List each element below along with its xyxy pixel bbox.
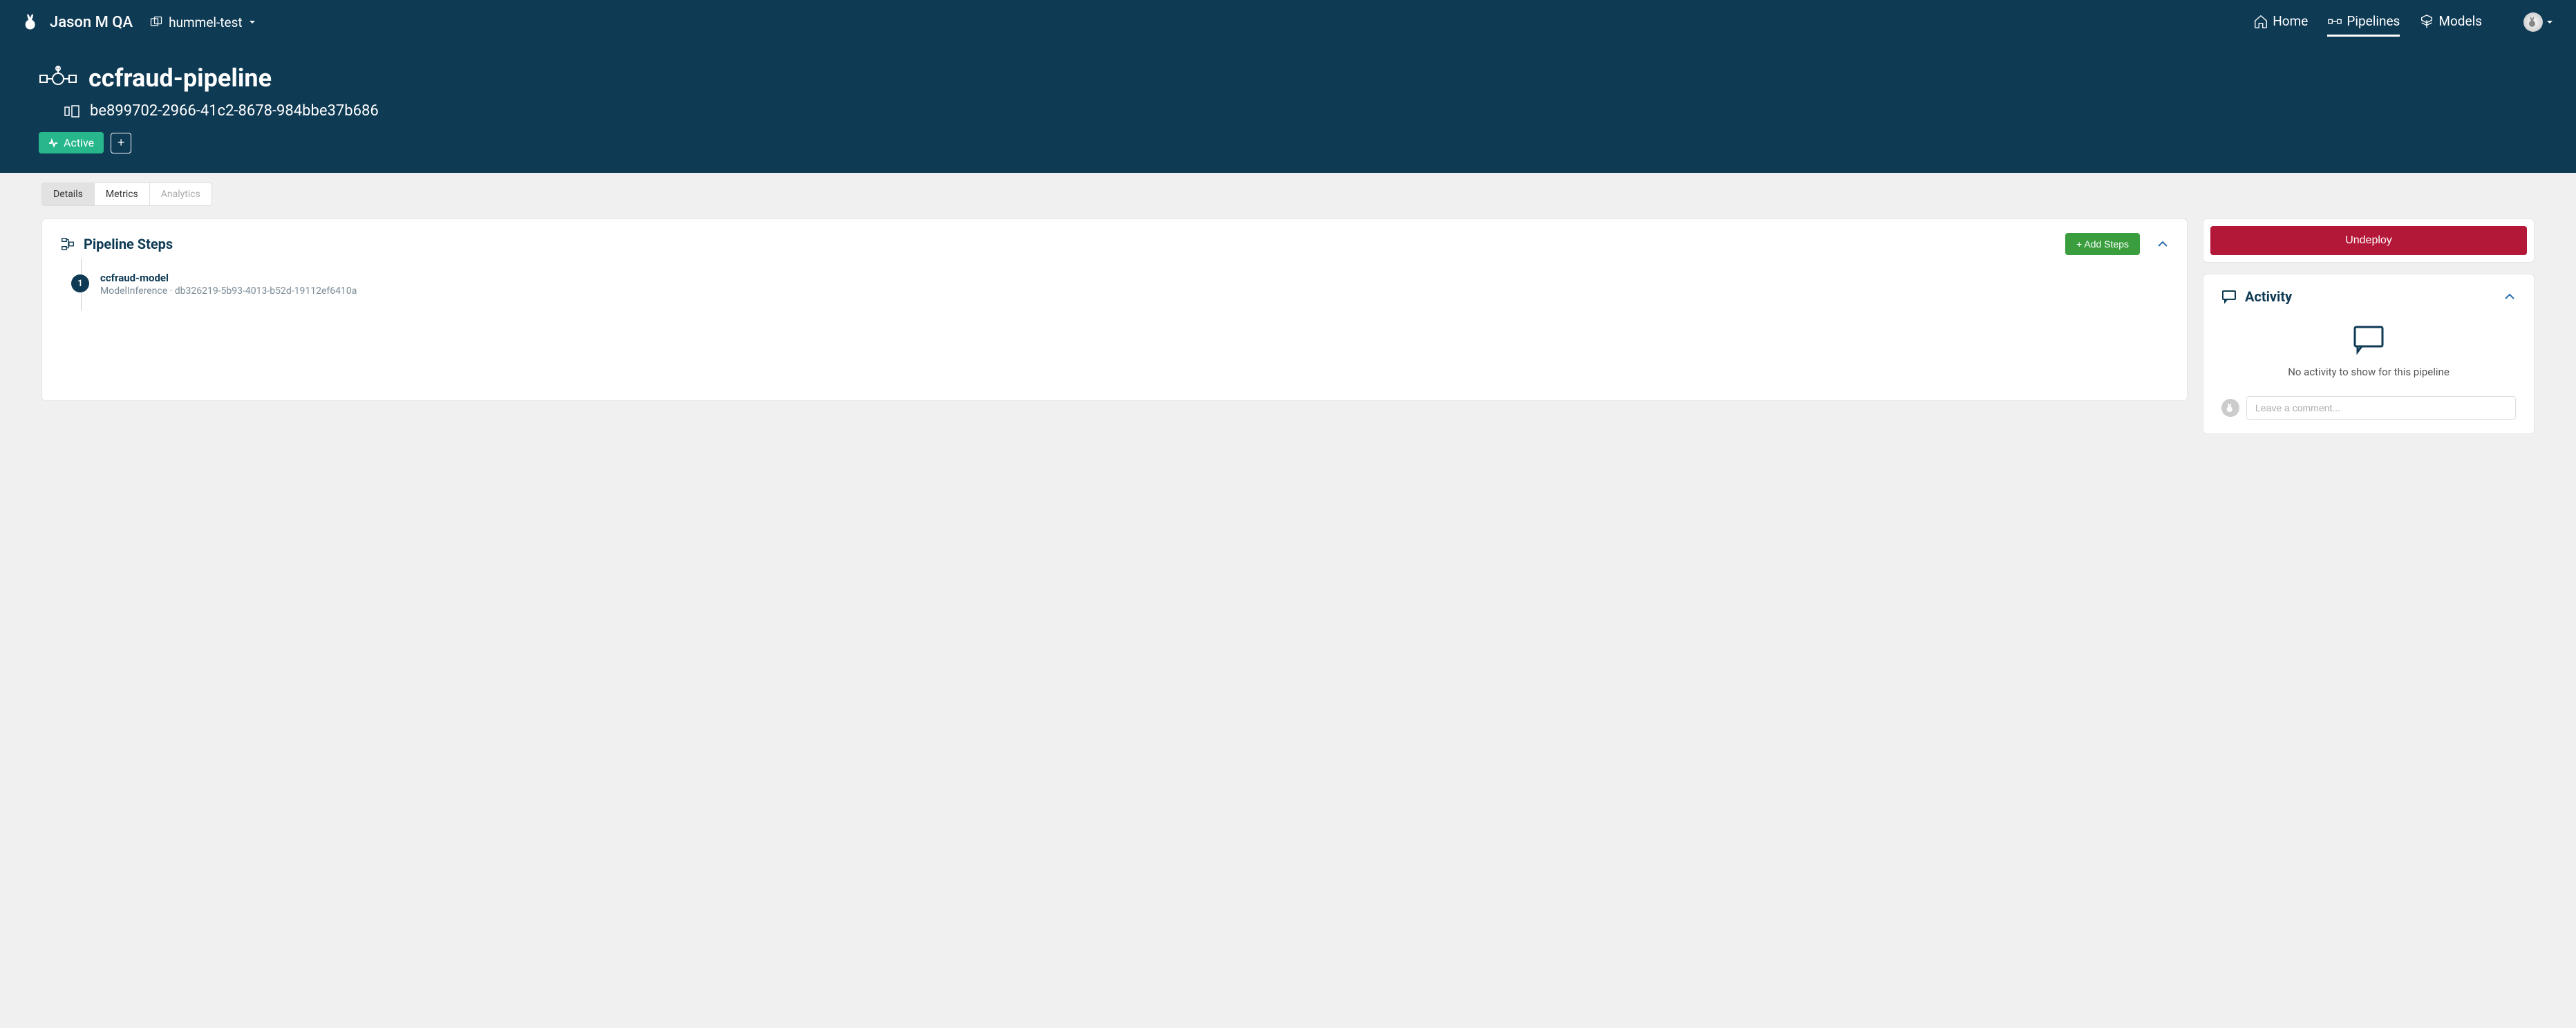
chevron-down-icon [248,18,256,26]
user-menu[interactable] [2501,12,2554,32]
workspace-selector[interactable]: hummel-test [149,15,256,30]
step-meta: ModelInference · db326219-5b93-4013-b52d… [100,286,2169,297]
nav-home[interactable]: Home [2253,8,2308,37]
tab-analytics: Analytics [150,183,211,205]
avatar [2523,12,2543,32]
activity-icon [2221,290,2237,303]
pulse-icon [48,138,58,148]
status-label: Active [64,136,94,149]
add-button[interactable]: + [111,133,131,153]
home-icon [2253,14,2268,29]
pipeline-id: be899702-2966-41c2-8678-984bbe37b686 [90,102,379,120]
comment-avatar [2221,399,2239,417]
models-icon [2419,14,2434,29]
nav-models-label: Models [2438,13,2482,29]
pipelines-icon [2327,14,2342,29]
tab-metrics[interactable]: Metrics [95,183,150,205]
pipeline-icon [39,66,77,91]
logo-area: Jason M QA [22,12,133,32]
tabs: Details Metrics Analytics [41,183,212,206]
undeploy-card: Undeploy [2203,218,2535,263]
add-steps-button[interactable]: + Add Steps [2065,233,2140,255]
pipeline-steps-card: Pipeline Steps + Add Steps 1 ccfr [41,218,2188,401]
step-name: ccfraud-model [100,272,2169,284]
chat-icon [2352,324,2385,355]
undeploy-button[interactable]: Undeploy [2210,226,2527,255]
steps-icon [60,236,75,252]
page-title: ccfraud-pipeline [88,64,272,93]
tab-details[interactable]: Details [42,183,95,205]
steps-title: Pipeline Steps [84,236,173,252]
collapse-icon[interactable] [2503,290,2516,303]
workspace-icon [149,15,163,29]
org-name: Jason M QA [50,14,133,31]
nav-pipelines-label: Pipelines [2347,13,2400,29]
chevron-down-icon [2546,18,2554,26]
collapse-icon[interactable] [2156,238,2169,250]
comment-input[interactable] [2246,396,2516,420]
activity-empty-text: No activity to show for this pipeline [2288,366,2450,378]
id-icon [64,104,80,118]
rabbit-logo-icon [22,12,41,32]
step-item[interactable]: 1 ccfraud-model ModelInference · db32621… [60,272,2169,297]
step-number: 1 [71,274,89,292]
avatar-rabbit-icon [2527,16,2539,28]
nav-pipelines[interactable]: Pipelines [2327,8,2400,37]
activity-card: Activity No activity to show for this pi… [2203,274,2535,434]
nav-models[interactable]: Models [2419,8,2482,37]
activity-title: Activity [2245,288,2292,305]
avatar-rabbit-icon [2225,402,2236,413]
nav-home-label: Home [2273,13,2308,29]
status-badge: Active [39,132,104,153]
workspace-name: hummel-test [169,15,243,30]
